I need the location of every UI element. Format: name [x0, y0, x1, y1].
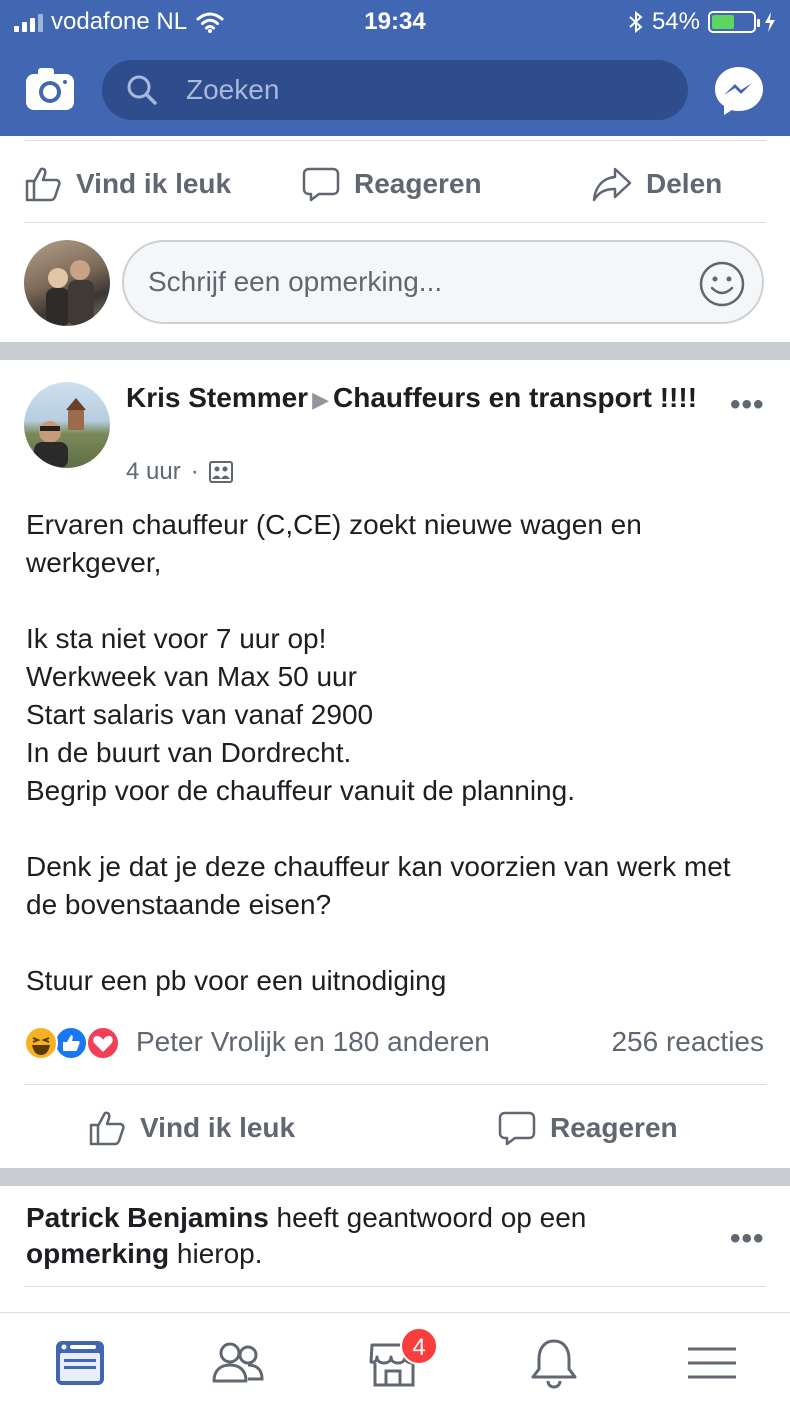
news-feed-icon[interactable]	[50, 1333, 110, 1393]
prev-post-action-bar: Vind ik leuk Reageren Delen	[0, 150, 790, 218]
comment-icon	[302, 167, 340, 202]
haha-icon	[24, 1026, 58, 1060]
share-label: Delen	[646, 168, 723, 199]
comment-label: Reageren	[550, 1112, 678, 1143]
search-bar[interactable]	[102, 60, 688, 120]
post-paragraph: Ervaren chauffeur (C,CE) zoekt nieuwe wa…	[26, 509, 642, 578]
bluetooth-icon	[629, 10, 643, 34]
post-time[interactable]: 4 uur	[126, 458, 181, 486]
like-icon	[54, 1026, 88, 1060]
thumbs-up-icon	[89, 1111, 125, 1146]
notification-badge: 4	[400, 1327, 438, 1365]
divider	[24, 140, 766, 141]
status-bar: vodafone NL 19:34 54%	[0, 0, 790, 44]
avatar-photo	[34, 398, 86, 468]
comment-count[interactable]: 256 reacties	[611, 1026, 764, 1058]
status-right-group: 54%	[628, 8, 776, 36]
notifications-icon[interactable]	[524, 1333, 584, 1393]
search-icon	[127, 75, 157, 105]
love-icon	[86, 1026, 120, 1060]
notice-text: heeft geantwoord op een	[268, 1202, 587, 1233]
post-action-bar: Vind ik leuk Reageren	[0, 1100, 790, 1156]
post-title: Kris Stemmer ▶ Chauffeurs en transport !!!…	[126, 380, 716, 418]
group-name[interactable]: Chauffeurs en transport !!!!	[333, 382, 697, 413]
messenger-icon[interactable]	[712, 64, 766, 118]
post-meta: 4 uur ·	[126, 458, 233, 486]
post-body: Ervaren chauffeur (C,CE) zoekt nieuwe wa…	[26, 506, 766, 1000]
feed-separator	[0, 1168, 790, 1186]
divider	[24, 1084, 766, 1085]
search-input[interactable]	[186, 68, 666, 112]
notice-name: Patrick Benjamins	[26, 1202, 269, 1233]
menu-icon[interactable]	[682, 1333, 742, 1393]
share-button[interactable]: Delen	[592, 160, 722, 208]
comment-box[interactable]	[122, 240, 764, 324]
camera-icon[interactable]	[24, 66, 76, 112]
comment-button[interactable]: Reageren	[498, 1104, 678, 1152]
more-options-icon[interactable]: •••	[730, 388, 765, 422]
author-name[interactable]: Kris Stemmer	[126, 382, 308, 413]
thumbs-up-icon	[25, 167, 61, 202]
reacted-by-text[interactable]: Peter Vrolijk en 180 anderen	[136, 1026, 490, 1058]
notice-end: hierop.	[169, 1238, 263, 1269]
post-paragraph: Stuur een pb voor een uitnodiging	[26, 965, 447, 996]
meta-separator: ·	[190, 458, 199, 485]
more-options-icon[interactable]: •••	[730, 1222, 765, 1256]
group-audience-icon	[208, 461, 233, 483]
user-avatar[interactable]	[24, 240, 110, 326]
arrow-right-icon: ▶	[312, 387, 330, 412]
post-header: Kris Stemmer ▶ Chauffeurs en transport !!!…	[0, 378, 790, 488]
comment-button[interactable]: Reageren	[302, 160, 482, 208]
divider	[24, 222, 766, 223]
like-label: Vind ik leuk	[76, 168, 232, 199]
bottom-nav: 4	[0, 1312, 790, 1405]
battery-icon	[708, 11, 760, 33]
reactions-summary: Peter Vrolijk en 180 anderen 256 reactie…	[0, 1020, 790, 1066]
feed-separator	[0, 342, 790, 360]
comment-input[interactable]	[148, 260, 668, 304]
notice-bold: opmerking	[26, 1238, 170, 1269]
friends-icon[interactable]	[208, 1333, 268, 1393]
divider	[24, 1286, 766, 1287]
battery-percent: 54%	[651, 8, 700, 35]
comment-icon	[498, 1111, 536, 1146]
like-label: Vind ik leuk	[140, 1112, 296, 1143]
avatar-photo	[46, 260, 94, 326]
share-icon	[592, 167, 632, 202]
comment-label: Reageren	[354, 168, 482, 199]
author-avatar[interactable]	[24, 382, 110, 468]
reaction-icons[interactable]	[24, 1026, 128, 1062]
write-comment-row	[0, 236, 790, 332]
post-paragraph: Denk je dat je deze chauffeur kan voorzi…	[26, 851, 731, 920]
post-paragraph: Ik sta niet voor 7 uur op! Werkweek van …	[26, 623, 575, 806]
like-button[interactable]: Vind ik leuk	[88, 1104, 295, 1152]
top-bar: vodafone NL 19:34 54%	[0, 0, 790, 136]
reply-notification[interactable]: Patrick Benjamins heeft geantwoord op ee…	[26, 1200, 706, 1272]
charging-icon	[765, 12, 775, 32]
like-button[interactable]: Vind ik leuk	[24, 160, 231, 208]
emoji-icon[interactable]	[698, 260, 746, 308]
